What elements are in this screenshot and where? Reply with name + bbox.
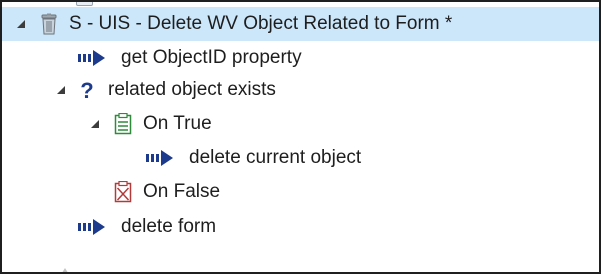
question-icon: ?: [78, 78, 96, 102]
tree-node-label: On True: [143, 113, 212, 134]
trash-icon: [38, 12, 60, 36]
cut-off-row-bottom: [58, 264, 72, 272]
tree-node-label: delete current object: [189, 147, 362, 168]
action-arrow-icon: [78, 215, 112, 239]
partial-text: [408, 0, 568, 2]
tree-node-delete-form[interactable]: delete form: [2, 210, 599, 244]
workflow-tree-panel: S - UIS - Delete WV Object Related to Fo…: [0, 0, 601, 274]
tree-node-on-true[interactable]: On True: [2, 107, 599, 141]
action-arrow-icon: [146, 146, 180, 170]
action-arrow-icon: [78, 46, 112, 70]
tree-node-on-false[interactable]: On False: [2, 175, 599, 209]
expanded-triangle-icon[interactable]: [54, 83, 68, 97]
partial-icon: [76, 2, 93, 6]
tree-node-label: get ObjectID property: [121, 47, 302, 68]
tree-node-label: related object exists: [108, 79, 276, 100]
tree-node-get-objectid[interactable]: get ObjectID property: [2, 41, 599, 75]
tree-node-label: On False: [143, 181, 221, 202]
tree-node-label: delete form: [121, 216, 217, 237]
true-branch-icon: [112, 112, 134, 136]
expanded-triangle-icon[interactable]: [14, 17, 28, 31]
cut-off-row: [2, 0, 599, 6]
tree-node-delete-current-object[interactable]: delete current object: [2, 141, 599, 175]
svg-text:?: ?: [80, 78, 93, 102]
tree-node-label: S - UIS - Delete WV Object Related to Fo…: [69, 13, 453, 34]
tree-node-related-object-exists[interactable]: ? related object exists: [2, 73, 599, 107]
false-branch-icon: [112, 180, 134, 204]
expanded-triangle-icon[interactable]: [88, 117, 102, 131]
tree-node-root[interactable]: S - UIS - Delete WV Object Related to Fo…: [2, 7, 599, 41]
